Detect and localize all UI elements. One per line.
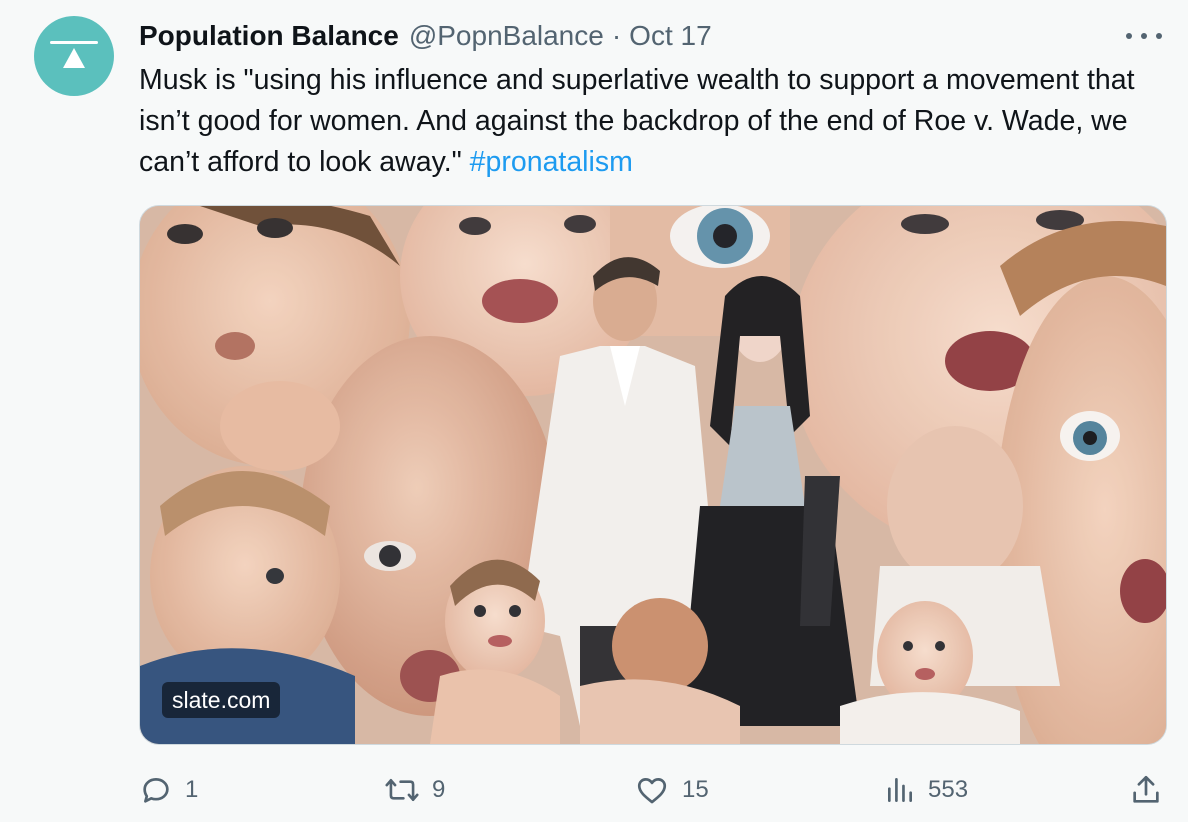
- reply-icon: [143, 778, 169, 803]
- like-count: 15: [682, 776, 709, 803]
- separator-dot: ·: [611, 20, 622, 51]
- retweet-count: 9: [432, 776, 446, 803]
- tweet-text: Musk is "using his influence and superla…: [139, 60, 1169, 183]
- more-dot: [1126, 33, 1132, 39]
- tweet-actions: 1 9 15 553: [139, 770, 1169, 810]
- tweet-header: Population Balance @PopnBalance · Oct 17: [139, 18, 712, 54]
- tweet-body: Musk is "using his influence and superla…: [139, 64, 1135, 178]
- tweet-date[interactable]: Oct 17: [629, 20, 711, 52]
- reply-count: 1: [185, 776, 199, 803]
- population-balance-logo-icon: [50, 41, 98, 68]
- views-count: 553: [928, 776, 969, 803]
- share-icon: [1133, 775, 1159, 803]
- hashtag-link[interactable]: #pronatalism: [470, 146, 633, 178]
- tweet-media[interactable]: slate.com: [139, 205, 1167, 745]
- reply-button[interactable]: 1: [139, 770, 198, 810]
- tweet[interactable]: Population Balance @PopnBalance · Oct 17…: [0, 0, 1188, 822]
- more-options-icon[interactable]: [1126, 24, 1162, 48]
- views-button[interactable]: 553: [884, 770, 968, 810]
- share-button[interactable]: [1129, 770, 1163, 810]
- retweet-button[interactable]: 9: [384, 770, 445, 810]
- views-icon: [888, 778, 912, 802]
- author-display-name[interactable]: Population Balance: [139, 20, 399, 52]
- heart-icon: [637, 778, 667, 804]
- media-collage-image: [140, 206, 1166, 744]
- more-dot: [1141, 33, 1147, 39]
- like-button[interactable]: 15: [634, 770, 709, 810]
- author-handle[interactable]: @PopnBalance: [409, 20, 604, 52]
- more-dot: [1156, 33, 1162, 39]
- retweet-icon: [385, 778, 419, 802]
- media-source-label: slate.com: [162, 682, 281, 718]
- avatar[interactable]: [34, 16, 114, 96]
